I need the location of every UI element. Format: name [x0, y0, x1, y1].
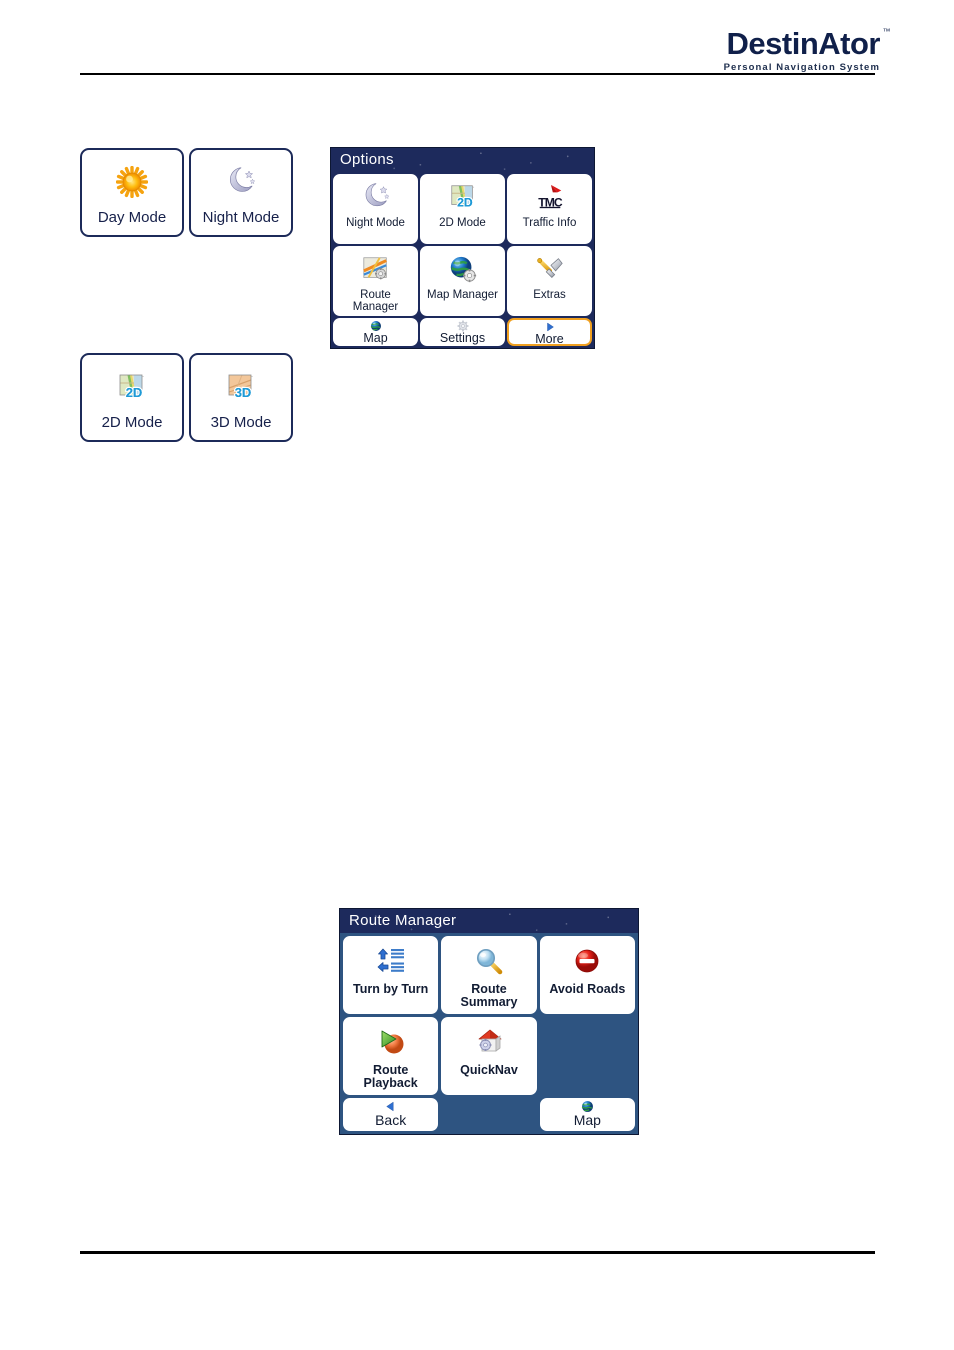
icon-container: 3D 3D — [225, 368, 257, 406]
icon-container — [225, 163, 257, 201]
route-manager-panel: Route Manager Turn by Turn Route Summary … — [339, 908, 639, 1135]
button-label: Extras — [533, 289, 566, 301]
options-button-map-manager[interactable]: Map Manager — [420, 246, 505, 316]
button-label: Settings — [439, 331, 486, 345]
options-button-route-manager[interactable]: Route Manager — [333, 246, 418, 316]
button-label: Night Mode — [202, 209, 280, 226]
footer-divider — [80, 1251, 875, 1254]
button-label: Map Manager — [427, 289, 498, 301]
house-gear-icon — [473, 1026, 505, 1058]
mode-button-2d-mode[interactable]: 2D 2D 2D Mode — [80, 353, 184, 442]
button-label: Night Mode — [346, 217, 405, 229]
options-panel-body: Night Mode 2D 2D 2D Mode TMC Traffic Info — [331, 172, 594, 348]
turn-by-turn-icon — [375, 945, 407, 977]
button-label: Day Mode — [97, 209, 167, 226]
button-label: Back — [375, 1112, 407, 1128]
mode-button-night-mode[interactable]: Night Mode — [189, 148, 293, 237]
brand-tagline: Personal Navigation System — [723, 62, 880, 73]
options-panel-header: Options — [331, 148, 594, 172]
route-manager-header: Route Manager — [340, 909, 638, 933]
svg-text:3D: 3D — [235, 385, 252, 400]
icon-container — [361, 180, 391, 214]
options-button-night-mode[interactable]: Night Mode — [333, 174, 418, 244]
tmc-icon: TMC — [535, 182, 565, 212]
icon-container — [473, 1024, 505, 1060]
button-label: Map — [363, 331, 388, 345]
svg-text:2D: 2D — [126, 385, 143, 400]
options-row-1: Night Mode 2D 2D 2D Mode TMC Traffic Info — [333, 174, 592, 244]
mode-button-day-mode[interactable]: Day Mode — [80, 148, 184, 237]
options-nav-settings[interactable]: Settings — [420, 318, 505, 346]
brand-name-text: DestinAtor — [726, 26, 881, 61]
button-label: QuickNav — [460, 1063, 518, 1077]
hammer-icon — [535, 254, 565, 284]
sun-icon — [116, 166, 148, 198]
button-label: Traffic Info — [522, 217, 577, 229]
button-label: Turn by Turn — [353, 982, 429, 996]
globe-gear-icon — [448, 254, 478, 284]
button-label: Avoid Roads — [549, 982, 626, 996]
options-button-2d-mode[interactable]: 2D 2D 2D Mode — [420, 174, 505, 244]
route-button-route-summary[interactable]: Route Summary — [441, 936, 537, 1014]
options-panel-title: Options — [340, 151, 394, 168]
options-button-traffic-info[interactable]: TMC Traffic Info — [507, 174, 592, 244]
button-label: 3D Mode — [210, 414, 272, 431]
route-nav-map[interactable]: Map — [539, 1098, 635, 1131]
icon-container — [375, 1024, 407, 1060]
route-manager-body: Turn by Turn Route Summary Avoid Roads Ro… — [340, 933, 638, 1134]
button-label: Route Manager — [352, 289, 399, 314]
moon-stars-icon — [361, 182, 391, 212]
options-nav-more[interactable]: More — [507, 318, 592, 346]
route-empty-slot — [441, 1098, 536, 1131]
route-button-route-playback[interactable]: Route Playback — [343, 1017, 439, 1095]
button-label: Route Playback — [363, 1063, 418, 1091]
mode-button-3d-mode[interactable]: 3D 3D 3D Mode — [189, 353, 293, 442]
button-label: 2D Mode — [439, 217, 486, 229]
route-empty-slot — [540, 1017, 635, 1095]
button-label: More — [535, 332, 564, 346]
brand-logo: DestinAtor ™ Personal Navigation System — [723, 26, 891, 73]
icon-container — [571, 943, 603, 979]
route-row-1: Turn by Turn Route Summary Avoid Roads — [343, 936, 635, 1014]
trademark-symbol: ™ — [882, 27, 891, 36]
moon-stars-icon — [225, 166, 257, 198]
play-sphere-icon — [375, 1026, 407, 1058]
route-button-avoid-roads[interactable]: Avoid Roads — [539, 936, 635, 1014]
route-manager-title: Route Manager — [349, 912, 457, 929]
magnifier-icon — [473, 945, 505, 977]
brand-name: DestinAtor ™ — [726, 26, 891, 61]
options-nav-map[interactable]: Map — [333, 318, 418, 346]
button-label: 2D Mode — [101, 414, 163, 431]
icon-container: TMC — [535, 180, 565, 214]
route-button-turn-by-turn[interactable]: Turn by Turn — [343, 936, 439, 1014]
button-label: Map — [573, 1112, 601, 1128]
no-entry-icon — [571, 945, 603, 977]
route-row-2: Route Playback QuickNav — [343, 1017, 635, 1095]
options-panel: Options Night Mode 2D 2D 2D Mode TMC Tra… — [330, 147, 595, 349]
route-manager-icon — [361, 254, 391, 284]
button-label: Route Summary — [460, 982, 518, 1010]
map-2d-icon: 2D 2D — [448, 182, 478, 212]
map-2d-icon: 2D 2D — [116, 371, 148, 403]
svg-text:2D: 2D — [457, 195, 473, 209]
options-button-extras[interactable]: Extras — [507, 246, 592, 316]
icon-container: 2D 2D — [116, 368, 148, 406]
route-button-quicknav[interactable]: QuickNav — [441, 1017, 537, 1095]
icon-container — [361, 252, 391, 286]
icon-container — [116, 163, 148, 201]
icon-container — [448, 252, 478, 286]
icon-container: 2D 2D — [448, 180, 478, 214]
options-row-bottom: Map Settings More — [333, 318, 592, 346]
route-row-bottom: Back Map — [343, 1098, 635, 1131]
header-divider — [80, 73, 875, 75]
route-nav-back[interactable]: Back — [343, 1098, 439, 1131]
icon-container — [473, 943, 505, 979]
map-3d-icon: 3D 3D — [225, 371, 257, 403]
icon-container — [535, 252, 565, 286]
options-row-2: Route Manager Map Manager Extras — [333, 246, 592, 316]
icon-container — [375, 943, 407, 979]
